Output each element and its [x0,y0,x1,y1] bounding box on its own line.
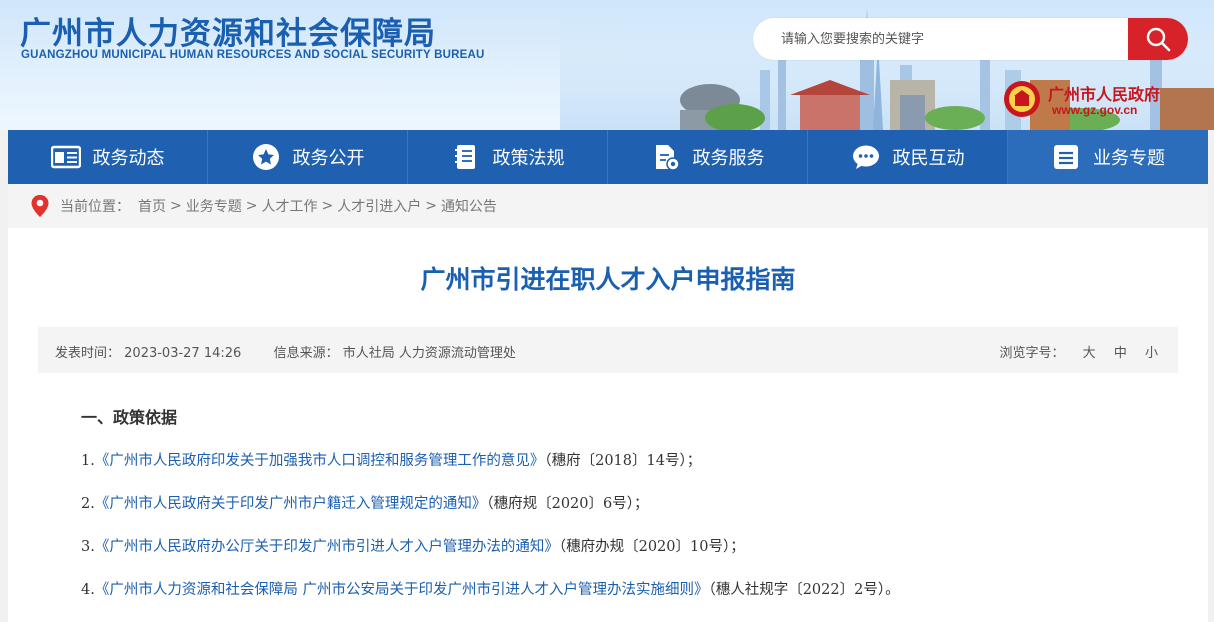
breadcrumb-separator: > [245,198,258,214]
publish-time: 2023-03-27 14:26 [124,346,242,361]
nav-item-policy[interactable]: 政策法规 [408,130,608,184]
site-subtitle: GUANGZHOU MUNICIPAL HUMAN RESOURCES AND … [21,49,485,61]
main-nav: 政务动态 政务公开 政策法规 政务服务 政民互动 业务专题 [8,130,1208,184]
font-size-small-button[interactable]: 小 [1145,346,1158,361]
nav-item-disclosure[interactable]: 政务公开 [208,130,408,184]
policy-number: 4. [81,582,95,598]
nav-label: 政务服务 [692,148,765,169]
nav-label: 政策法规 [492,148,565,169]
policy-item: 3.《广州市人民政府办公厅关于印发广州市引进人才入户管理办法的通知》（穗府办规〔… [81,536,1181,579]
policy-item: 2.《广州市人民政府关于印发广州市户籍迁入管理规定的通知》（穗府规〔2020〕6… [81,493,1181,536]
breadcrumb-prefix: 当前位置： [60,199,130,215]
breadcrumb-separator: > [425,198,437,214]
breadcrumb-talent-settlement[interactable]: 人才引进入户 [337,196,421,216]
policy-link[interactable]: 《广州市人民政府印发关于加强我市人口调控和服务管理工作的意见》 [95,453,545,469]
nav-label: 业务专题 [1093,148,1165,169]
breadcrumb-home[interactable]: 首页 [138,196,166,216]
section-heading: 一、政策依据 [81,408,178,427]
article-container: 广州市引进在职人才入户申报指南 发表时间： 2023-03-27 14:26 信… [8,228,1208,622]
source-label: 信息来源： [273,346,339,361]
nav-label: 政务动态 [92,148,165,169]
policy-link[interactable]: 《广州市人民政府办公厅关于印发广州市引进人才入户管理办法的通知》 [95,539,559,555]
search-box [753,18,1188,60]
gov-url: www.gz.gov.cn [1052,103,1138,117]
search-input[interactable] [753,18,1128,60]
gov-emblem-icon [1004,81,1040,117]
article-meta-bar: 发表时间： 2023-03-27 14:26 信息来源： 市人社局 人力资源流动… [38,327,1178,373]
font-size-large-button[interactable]: 大 [1083,346,1096,361]
star-icon [251,142,281,172]
article-meta: 发表时间： 2023-03-27 14:26 信息来源： 市人社局 人力资源流动… [55,342,516,361]
policy-number: 3. [81,539,95,555]
menu-icon [1051,142,1081,172]
font-size-label: 浏览字号： [999,346,1065,361]
policy-suffix: （穗人社规字〔2022〕2号）。 [708,582,900,598]
search-icon [1146,27,1171,52]
nav-item-interaction[interactable]: 政民互动 [808,130,1008,184]
policy-number: 1. [81,453,95,469]
nav-item-services[interactable]: 政务服务 [608,130,808,184]
policy-number: 2. [81,496,95,512]
breadcrumb-talent-work[interactable]: 人才工作 [261,196,317,216]
nav-label: 政务公开 [292,148,365,169]
site-header: 广州市人力资源和社会保障局 GUANGZHOU MUNICIPAL HUMAN … [0,0,1214,130]
policy-item: 4.《广州市人力资源和社会保障局 广州市公安局关于印发广州市引进人才入户管理办法… [81,579,1181,622]
breadcrumb-separator: > [170,198,182,214]
chat-icon [851,142,881,172]
nav-item-news[interactable]: 政务动态 [8,130,208,184]
nav-label: 政民互动 [892,148,965,169]
location-pin-icon [31,195,49,217]
policy-suffix: （穗府规〔2020〕6号）； [486,496,649,512]
document-icon [451,142,481,172]
breadcrumb-topics[interactable]: 业务专题 [186,196,242,216]
gov-name: 广州市人民政府 [1048,85,1161,104]
policy-link[interactable]: 《广州市人力资源和社会保障局 广州市公安局关于印发广州市引进人才入户管理办法实施… [95,582,709,598]
policy-item: 1.《广州市人民政府印发关于加强我市人口调控和服务管理工作的意见》（穗府〔201… [81,450,1181,493]
gz-government-link[interactable]: 广州市人民政府 www.gz.gov.cn [1000,78,1190,122]
site-title: 广州市人力资源和社会保障局 [20,16,436,52]
policy-link[interactable]: 《广州市人民政府关于印发广州市户籍迁入管理规定的通知》 [95,496,487,512]
search-button[interactable] [1128,18,1188,60]
breadcrumb-notices[interactable]: 通知公告 [441,196,497,216]
policy-suffix: （穗府办规〔2020〕10号）； [558,539,745,555]
breadcrumb: 当前位置： 首页 > 业务专题 > 人才工作 > 人才引进入户 > 通知公告 [8,184,1208,228]
nav-item-topics[interactable]: 业务专题 [1008,130,1208,184]
font-size-medium-button[interactable]: 中 [1114,346,1127,361]
policy-suffix: （穗府〔2018〕14号）； [544,453,702,469]
newspaper-icon [50,142,81,172]
article-body: 一、政策依据 1.《广州市人民政府印发关于加强我市人口调控和服务管理工作的意见》… [81,404,1181,622]
article-title: 广州市引进在职人才入户申报指南 [420,265,796,294]
service-icon [651,142,681,172]
font-size-controls: 浏览字号： 大 中 小 [1000,342,1158,361]
source-value: 市人社局 人力资源流动管理处 [342,346,516,361]
publish-label: 发表时间： [55,346,121,361]
breadcrumb-separator: > [321,198,334,214]
